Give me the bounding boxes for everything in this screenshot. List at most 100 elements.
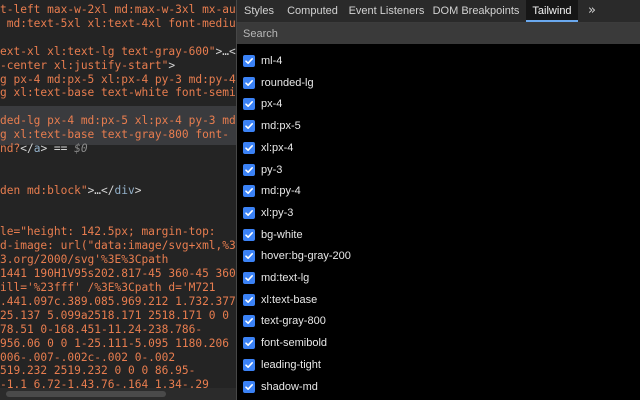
- tab-computed[interactable]: Computed: [281, 0, 344, 22]
- class-checkbox[interactable]: [243, 272, 255, 284]
- code-line[interactable]: 006-.007-.002c-.002 0-.002: [0, 350, 175, 365]
- class-checkbox[interactable]: [243, 163, 255, 176]
- class-label: xl:px-4: [261, 141, 294, 154]
- code-token: ext-xl xl:text-lg text-gray-600": [0, 44, 216, 58]
- check-icon: [245, 275, 253, 281]
- check-icon: [245, 58, 253, 64]
- check-icon: [245, 253, 253, 260]
- code-line[interactable]: g xl:text-base text-white font-semibold: [0, 85, 236, 100]
- code-line[interactable]: nd?</a> == $0: [0, 141, 88, 156]
- code-line[interactable]: 956.06 0 0 1-25.111-5.095 1180.206: [0, 336, 229, 351]
- class-label: md:px-5: [261, 120, 301, 133]
- code-line[interactable]: 3.org/2000/svg'%3E%3Cpath: [0, 252, 168, 267]
- check-icon: [245, 209, 253, 216]
- class-checkbox[interactable]: [243, 358, 255, 371]
- code-line[interactable]: 519.232 2519.232 0 0 0 86.95-: [0, 363, 195, 378]
- class-checkbox[interactable]: [243, 141, 255, 154]
- tab-event-listeners[interactable]: Event Listeners: [344, 0, 429, 22]
- class-label: md:text-lg: [261, 272, 310, 284]
- class-checkbox[interactable]: [243, 315, 255, 328]
- code-line[interactable]: 25.137 5.099a2518.171 2518.171 0 0 0: [0, 308, 236, 323]
- code-token: .441.097c.389.085.969.212 1.732.377: [0, 294, 236, 308]
- check-icon: [245, 144, 253, 151]
- code-token: >…</: [215, 44, 236, 58]
- code-token: 956.06 0 0 1-25.111-5.095 1180.206: [0, 336, 230, 350]
- code-line[interactable]: le="height: 142.5px; margin-top:: [0, 224, 216, 239]
- code-line[interactable]: den md:block">…</div>: [0, 183, 141, 198]
- check-icon: [245, 123, 253, 130]
- code-token: md:text-5xl xl:text-4xl font-medium: [0, 16, 236, 30]
- check-icon: [245, 318, 253, 325]
- class-checkbox[interactable]: [243, 98, 255, 111]
- check-icon: [245, 166, 253, 173]
- code-line[interactable]: .441.097c.389.085.969.212 1.732.377: [0, 294, 236, 309]
- search-input[interactable]: [237, 23, 638, 44]
- devtools-window: t-left max-w-2xl md:max-w-3xl mx-auto"> …: [0, 0, 640, 400]
- check-icon: [245, 231, 253, 238]
- code-token: le="height: 142.5px; margin-top:: [0, 225, 216, 239]
- class-label: font-semibold: [261, 337, 328, 350]
- class-checkbox[interactable]: [243, 55, 255, 67]
- code-token: 519.232 2519.232 0 0 0 86.95-: [0, 364, 196, 378]
- class-label: xl:py-3: [261, 206, 294, 219]
- code-line[interactable]: ext-xl xl:text-lg text-gray-600">…</p>: [0, 44, 236, 59]
- class-checkbox[interactable]: [243, 120, 255, 133]
- code-line[interactable]: 1441 190H1V95s202.817-45 360-45 360 45: [0, 266, 236, 281]
- code-line[interactable]: g xl:text-base text-gray-800 font-: [0, 127, 229, 142]
- check-icon: [245, 383, 253, 390]
- code-token: d-image: url("data:image/svg+xml,%3Csvg: [0, 239, 236, 253]
- code-token: >: [168, 58, 176, 72]
- sidebar-pane: Styles Computed Event Listeners DOM Brea…: [237, 0, 640, 400]
- class-checkbox[interactable]: [243, 185, 255, 198]
- class-checkbox[interactable]: [243, 380, 255, 393]
- code-token: g xl:text-base text-gray-800 font-: [0, 128, 230, 142]
- class-checkbox[interactable]: [243, 337, 255, 350]
- code-line[interactable]: t-left max-w-2xl md:max-w-3xl mx-auto">: [0, 2, 236, 17]
- class-label: py-3: [261, 163, 283, 176]
- code-token: > ==: [40, 142, 75, 155]
- code-line[interactable]: md:text-5xl xl:text-4xl font-medium: [0, 16, 236, 31]
- code-token: >: [134, 183, 142, 197]
- class-checkbox[interactable]: [243, 228, 255, 241]
- class-label: xl:text-base: [261, 293, 318, 306]
- tab-dom-breakpoints[interactable]: DOM Breakpoints: [429, 0, 523, 22]
- code-line[interactable]: 78.51 0-168.451-11.24-238.786-: [0, 322, 202, 337]
- code-line[interactable]: d-image: url("data:image/svg+xml,%3Csvg: [0, 238, 236, 253]
- class-list: ml-4 rounded-lg px-4 md:px-5 xl:px-4 py-3 md:p…: [237, 44, 640, 400]
- code-token: -center xl:justify-start": [0, 58, 169, 72]
- check-icon: [245, 361, 253, 368]
- class-checkbox[interactable]: [243, 76, 255, 89]
- sidebar-tabs: Styles Computed Event Listeners DOM Brea…: [237, 0, 640, 23]
- code-token: t-left max-w-2xl md:max-w-3xl mx-auto">: [0, 3, 236, 16]
- class-label: bg-white: [261, 228, 303, 241]
- code-line[interactable]: ded-lg px-4 md:px-5 xl:px-4 py-3 md:py-4: [0, 113, 236, 128]
- tab-styles[interactable]: Styles: [237, 0, 281, 22]
- elements-code-panel[interactable]: t-left max-w-2xl md:max-w-3xl mx-auto"> …: [0, 0, 236, 400]
- code-token: 25.137 5.099a2518.171 2518.171 0 0 0: [0, 308, 236, 322]
- check-icon: [245, 101, 253, 108]
- code-line[interactable]: ill='%23fff' /%3E%3Cpath d='M721: [0, 280, 216, 295]
- class-checkbox[interactable]: [243, 206, 255, 219]
- tab-tailwind[interactable]: Tailwind: [526, 0, 578, 22]
- class-label: ml-4: [261, 55, 283, 67]
- scrollbar-thumb[interactable]: [6, 391, 166, 397]
- code-token: nd?: [0, 142, 21, 155]
- code-line[interactable]: g px-4 md:px-5 xl:px-4 py-3 md:py-4 xl:: [0, 72, 236, 87]
- check-icon: [245, 296, 253, 303]
- class-label: shadow-md: [261, 380, 318, 393]
- search-bar: [237, 23, 640, 44]
- more-tabs-chevron-icon[interactable]: »: [582, 0, 602, 22]
- horizontal-scrollbar[interactable]: [0, 388, 236, 400]
- code-token: 78.51 0-168.451-11.24-238.786-: [0, 322, 203, 336]
- code-line[interactable]: -center xl:justify-start">: [0, 58, 175, 73]
- class-checkbox[interactable]: [243, 250, 255, 263]
- code-token: g px-4 md:px-5 xl:px-4 py-3 md:py-4 xl:: [0, 72, 236, 86]
- code-token: g xl:text-base text-white font-semibold: [0, 86, 236, 100]
- code-token: >…</: [87, 183, 115, 197]
- class-label: text-gray-800: [261, 315, 326, 328]
- class-checkbox[interactable]: [243, 293, 255, 306]
- code-token: ded-lg px-4 md:px-5 xl:px-4 py-3 md:py-4: [0, 114, 236, 128]
- code-token: 006-.007-.002c-.002 0-.002: [0, 350, 176, 364]
- class-label: hover:bg-gray-200: [261, 250, 351, 263]
- code-token: 1441 190H1V95s202.817-45 360-45 360 45: [0, 267, 236, 281]
